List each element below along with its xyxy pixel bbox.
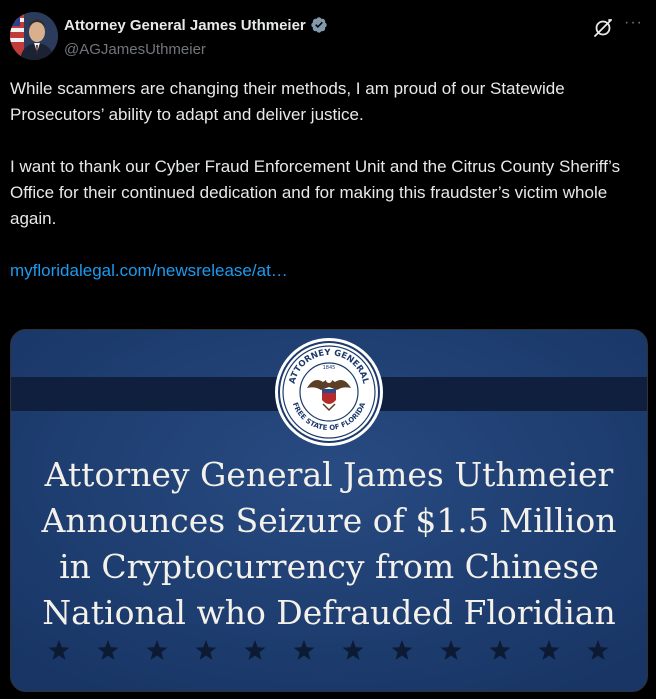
star-icon [440,640,462,660]
star-icon [391,640,413,660]
attorney-general-seal: ATTORNEY GENERAL FREE STATE OF FLORIDA 1… [275,338,383,446]
verified-badge-icon [310,16,328,34]
post-image[interactable]: ATTORNEY GENERAL FREE STATE OF FLORIDA 1… [10,329,648,692]
star-icon [587,640,609,660]
post-link[interactable]: myfloridalegal.com/newsrelease/at… [10,261,288,280]
star-icon [97,640,119,660]
headline-line: National who Defrauded Floridian [42,593,616,632]
headline-line: in Cryptocurrency from Chinese [59,547,599,586]
star-icon [538,640,560,660]
star-icon [195,640,217,660]
avatar-photo [10,12,58,60]
avatar[interactable] [10,12,58,60]
seal-year: 1845 [323,365,336,371]
star-icon [244,640,266,660]
grok-icon[interactable] [592,17,614,39]
star-icon [489,640,511,660]
author-name[interactable]: Attorney General James Uthmeier [64,17,306,34]
star-icon [48,640,70,660]
more-icon[interactable]: ··· [624,14,643,32]
post-paragraph-1: While scammers are changing their method… [10,79,565,124]
author-name-row: Attorney General James Uthmeier [64,16,328,34]
star-row [48,640,609,660]
star-icon [342,640,364,660]
post-text: While scammers are changing their method… [10,76,646,284]
headline-line: Announces Seizure of $1.5 Million [41,501,617,540]
author-handle[interactable]: @AGJamesUthmeier [64,41,206,58]
headline-line: Attorney General James Uthmeier [44,455,614,494]
star-icon [146,640,168,660]
post-paragraph-2: I want to thank our Cyber Fraud Enforcem… [10,157,621,228]
banner-headline: Attorney General James Uthmeier Announce… [11,452,647,636]
post-header: Attorney General James Uthmeier @AGJames… [0,0,656,70]
star-icon [293,640,315,660]
